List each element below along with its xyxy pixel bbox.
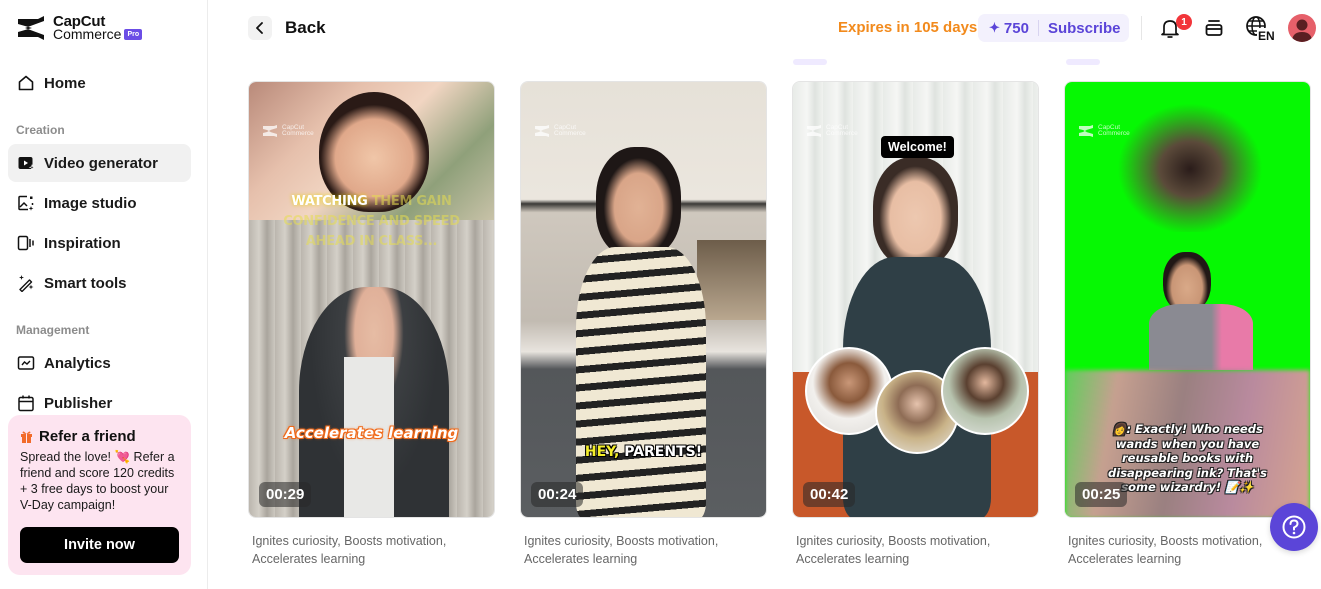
video-thumbnail[interactable]: CapCut Commerce HEY, PARENTS! 00:24 [520,81,767,518]
watermark: CapCut Commerce [806,124,858,137]
sidebar-item-label: Image studio [44,194,137,212]
watermark: CapCut Commerce [262,124,314,137]
watermark: CapCut Commerce [534,124,586,137]
brand-logo[interactable]: CapCut Commerce Pro [16,14,143,42]
tag-pill [793,59,827,65]
overlay-caption: Accelerates learning [284,424,459,442]
stack-icon [1205,20,1223,36]
brand-name: CapCut Commerce Pro [53,14,143,42]
sidebar: CapCut Commerce Pro Home Creation Video g… [0,0,208,589]
video-thumbnail[interactable]: CapCut Commerce Welcome! 00:42 [792,81,1039,518]
thumbnail-oven [697,240,766,320]
chevron-left-icon [256,22,263,34]
divider [1037,20,1039,36]
thumbnail-student-body [1149,304,1253,370]
language-button[interactable]: EN [1245,15,1277,41]
sidebar-item-inspiration[interactable]: Inspiration [8,224,191,262]
sidebar-item-label: Publisher [44,394,113,412]
overlay-highlight: HEY, [584,444,620,460]
video-overlay-text: WATCHING THEM GAIN CONFIDENCE AND SPEED … [249,192,494,252]
magic-wand-icon [19,275,34,292]
video-card[interactable]: CapCut Commerce 👩: Exactly! Who needs wan… [1064,81,1311,568]
video-card[interactable]: CapCut Commerce WATCHING THEM GAIN CONFID… [248,81,495,568]
image-sparkle-icon [18,195,34,211]
language-code: EN [1258,29,1275,41]
header-divider [1141,16,1142,40]
thumbnail-host [873,157,958,267]
user-avatar[interactable] [1288,14,1316,42]
tag-pill [1066,59,1100,65]
video-duration: 00:42 [803,482,856,507]
watermark-line2: Commerce [282,130,314,137]
refer-a-friend-card: Refer a friend Spread the love! 💘 Refer … [8,415,191,575]
sidebar-item-analytics[interactable]: Analytics [8,344,191,382]
refer-description: Spread the love! 💘 Refer a friend and sc… [20,450,175,512]
back-button[interactable] [248,16,272,40]
projects-button[interactable] [1203,17,1225,39]
overlay-rest: PARENTS! [619,444,703,460]
help-button[interactable] [1270,503,1318,551]
subscription-expiry: Expires in 105 days [838,19,978,36]
sidebar-item-label: Smart tools [44,274,127,292]
overlay-highlight: WATCHING [291,194,368,209]
watermark-line2: Commerce [554,130,586,137]
analytics-icon [17,356,35,370]
home-icon [18,75,34,91]
thumbnail-blurred-head [1105,92,1275,232]
video-thumbnail[interactable]: CapCut Commerce 👩: Exactly! Who needs wan… [1064,81,1311,518]
video-caption: Ignites curiosity, Boosts motivation, Ac… [524,534,719,566]
app-root: CapCut Commerce Pro Home Creation Video g… [0,0,1321,589]
video-overlay-label: Welcome! [881,136,954,158]
video-overlay-text: HEY, PARENTS! [521,444,766,460]
watermark-line2: Commerce [826,130,858,137]
section-label-management: Management [16,323,90,337]
user-icon [1292,19,1312,42]
thumbnail-student [1163,252,1211,312]
video-sparkle-icon [18,157,35,171]
sparkle-icon: ✦ [989,20,1000,35]
inspiration-icon [17,235,34,251]
video-caption: Ignites curiosity, Boosts motivation, Ac… [1068,534,1263,566]
video-caption: Ignites curiosity, Boosts motivation, Ac… [796,534,991,566]
sidebar-item-image-studio[interactable]: Image studio [8,184,191,222]
sidebar-item-label: Video generator [44,154,158,172]
question-mark-icon [1282,515,1306,539]
thumbnail-striped-dress [576,247,706,517]
gift-icon [21,431,32,443]
sidebar-item-label: Analytics [44,354,111,372]
video-card[interactable]: CapCut Commerce HEY, PARENTS! 00:24 Ignit… [520,81,767,568]
notification-badge: 1 [1176,14,1192,30]
video-card[interactable]: CapCut Commerce Welcome! 00:42 Ignites cu… [792,81,1039,568]
sidebar-item-label: Home [44,74,86,92]
thumbnail-person [596,147,681,257]
calendar-icon [18,395,34,412]
capcut-logo-icon [18,16,44,40]
section-label-creation: Creation [16,123,65,137]
sidebar-item-home[interactable]: Home [8,64,191,102]
invite-now-button[interactable]: Invite now [20,527,179,563]
watermark: CapCut Commerce [1078,124,1130,137]
credits-subscribe-pill[interactable]: ✦ 750 Subscribe [978,14,1129,42]
pro-badge: Pro [124,29,143,40]
video-duration: 00:24 [531,482,584,507]
sidebar-item-smart-tools[interactable]: Smart tools [8,264,191,302]
sidebar-item-label: Inspiration [44,234,121,252]
credits-count: 750 [1003,19,1029,37]
video-duration: 00:29 [259,482,312,507]
sidebar-item-video-generator[interactable]: Video generator [8,144,191,182]
video-duration: 00:25 [1075,482,1128,507]
video-thumbnail[interactable]: CapCut Commerce WATCHING THEM GAIN CONFID… [248,81,495,518]
globe-icon: EN [1246,16,1277,41]
refer-title: Refer a friend [39,428,136,445]
video-caption: Ignites curiosity, Boosts motivation, Ac… [252,534,447,566]
watermark-line2: Commerce [1098,130,1130,137]
back-label[interactable]: Back [285,18,326,38]
participant-bubble [941,347,1029,435]
brand-name-line2: Commerce [53,26,122,42]
subscribe-button[interactable]: Subscribe [1048,20,1121,37]
